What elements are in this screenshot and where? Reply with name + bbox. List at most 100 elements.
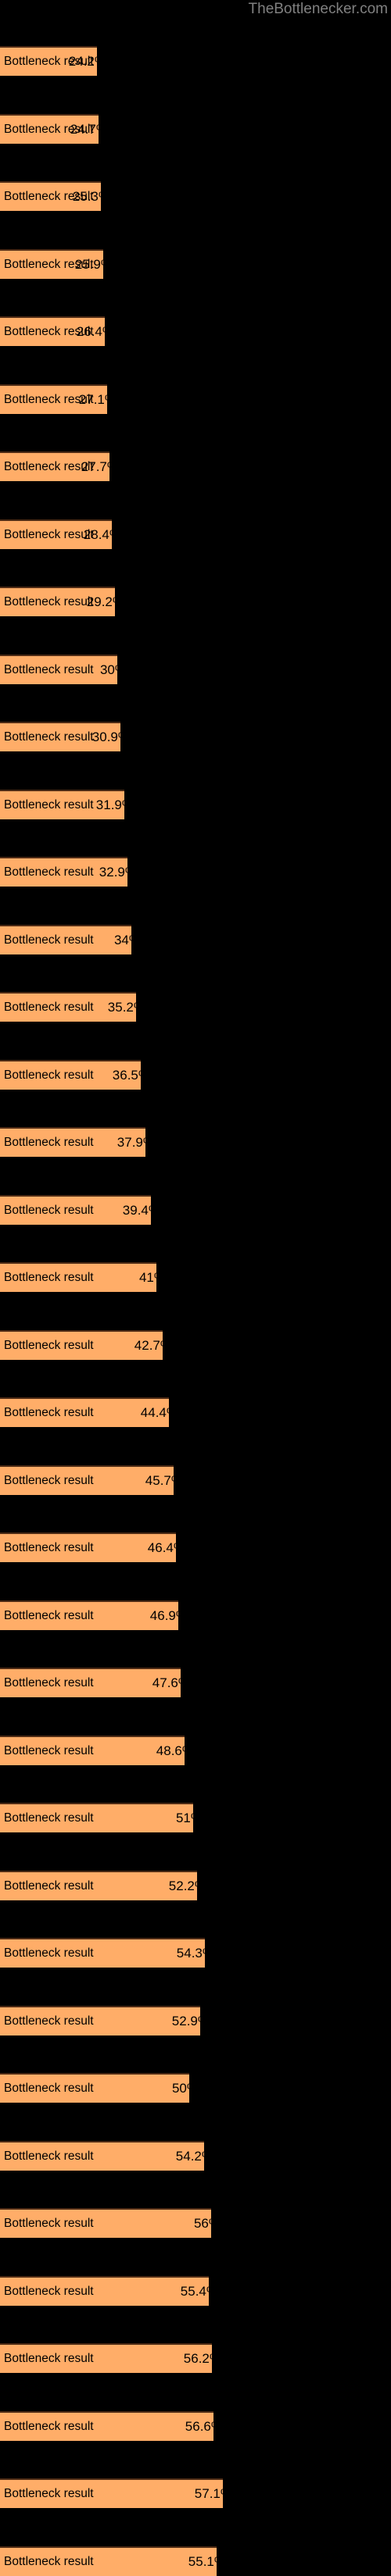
bar-value-label: 57.1% bbox=[194, 2486, 223, 2501]
bar-value-label: 37.9% bbox=[117, 1135, 145, 1150]
bar-label: Bottleneck result bbox=[4, 1338, 94, 1352]
bar-value-label: 31.9% bbox=[95, 797, 124, 812]
bar-value-label: 30.9% bbox=[91, 730, 120, 744]
bar: Bottleneck result27.7% bbox=[0, 451, 109, 481]
bar-row: Bottleneck result24.7% bbox=[0, 113, 391, 144]
bar-row: Bottleneck result 39.4% bbox=[0, 1194, 391, 1225]
bar-label: Bottleneck result bbox=[4, 1946, 94, 1960]
bar-row: Bottleneck result 55.1% bbox=[0, 2546, 391, 2576]
bar-value-label: 48.6% bbox=[156, 1743, 185, 1758]
bar-value-label: 54.2% bbox=[175, 2148, 204, 2164]
bar-label: Bottleneck result bbox=[4, 2284, 94, 2298]
bar-label: Bottleneck result bbox=[4, 2554, 94, 2568]
bar-label: Bottleneck result bbox=[4, 933, 94, 947]
bar-row: Bottleneck result26.4% bbox=[0, 316, 391, 346]
bar-row: Bottleneck result 36.5% bbox=[0, 1059, 391, 1090]
bar: Bottleneck result 56.2% bbox=[0, 2343, 212, 2373]
bar-label: Bottleneck result bbox=[4, 2149, 94, 2163]
bar-row: Bottleneck result 46.4% bbox=[0, 1532, 391, 1562]
bar-value-label: 46.4% bbox=[147, 1540, 176, 1555]
bar-label: Bottleneck result bbox=[4, 2352, 94, 2365]
bar-label: Bottleneck result bbox=[4, 2217, 94, 2230]
bar-label: Bottleneck result bbox=[4, 2082, 94, 2095]
bar: Bottleneck result28.4% bbox=[0, 519, 112, 549]
bar-label: Bottleneck result bbox=[4, 797, 94, 812]
bar-value-label: 27.7% bbox=[81, 459, 109, 474]
bar-value-label: 30% bbox=[99, 662, 117, 677]
bar-row: Bottleneck result25.3% bbox=[0, 181, 391, 211]
bar: Bottleneck result 34% bbox=[0, 924, 131, 954]
bar-value-label: 32.9% bbox=[99, 865, 127, 879]
bar: Bottleneck result26.4% bbox=[0, 316, 105, 346]
bar: Bottleneck result24.2% bbox=[0, 46, 97, 76]
bar-row: Bottleneck result 55.4% bbox=[0, 2275, 391, 2306]
bar: Bottleneck result25.3% bbox=[0, 181, 101, 211]
bar-label: Bottleneck result bbox=[4, 1743, 94, 1757]
bottleneck-bar-chart: TheBottlenecker.com Bottleneck result 24.… bbox=[0, 0, 391, 2576]
bar-value-label: 29.2% bbox=[86, 594, 115, 609]
bar: Bottleneck result 46.9% bbox=[0, 1600, 178, 1630]
bar-label: Bottleneck result bbox=[4, 1541, 94, 1554]
bar-label: Bottleneck result bbox=[4, 2487, 94, 2500]
bar-row: Bottleneck result 34% bbox=[0, 924, 391, 954]
bar: Bottleneck result 57.1% bbox=[0, 2478, 223, 2508]
bar: Bottleneck result31.9% bbox=[0, 789, 124, 819]
bar-row: Bottleneck result29.2% bbox=[0, 587, 391, 616]
bar-row: Bottleneck result 52.9% bbox=[0, 2005, 391, 2035]
bar-value-label: 54.3% bbox=[176, 1946, 205, 1961]
bar-row: Bottleneck result30% bbox=[0, 654, 391, 684]
bar-row: Bottleneck result 56.2% bbox=[0, 2343, 391, 2373]
bar-value-label: 56.6% bbox=[185, 2418, 213, 2434]
bar-value-label: 47.6% bbox=[152, 1675, 181, 1690]
bar-value-label: 27.1% bbox=[78, 391, 107, 407]
bar-value-label: 45.7% bbox=[145, 1472, 174, 1488]
bar-value-label: 55.4% bbox=[180, 2283, 209, 2299]
bar-label: Bottleneck result bbox=[4, 1068, 94, 1082]
bar-value-label: 34% bbox=[113, 932, 131, 947]
bar: Bottleneck result 45.7% bbox=[0, 1465, 174, 1495]
bar-row: Bottleneck result 41% bbox=[0, 1262, 391, 1292]
bar-row: Bottleneck result 52.2% bbox=[0, 1870, 391, 1900]
bar: Bottleneck result 37.9% bbox=[0, 1127, 145, 1157]
bar-row: Bottleneck result27.1% bbox=[0, 384, 391, 414]
bar-value-label: 52.9% bbox=[171, 2013, 200, 2028]
bar-row: Bottleneck result28.4% bbox=[0, 519, 391, 549]
bar: Bottleneck result29.2% bbox=[0, 587, 115, 616]
bar-row: Bottleneck result30.9% bbox=[0, 722, 391, 751]
bar-row: Bottleneck result 45.7% bbox=[0, 1465, 391, 1495]
bar: Bottleneck result 48.6% bbox=[0, 1735, 185, 1765]
bar: Bottleneck result 54.2% bbox=[0, 2140, 204, 2171]
bar-row: Bottleneck result 37.9% bbox=[0, 1127, 391, 1157]
bar-value-label: 39.4% bbox=[122, 1202, 151, 1218]
bar: Bottleneck result 41% bbox=[0, 1262, 156, 1292]
bar-value-label: 24.7% bbox=[70, 121, 99, 137]
bar: Bottleneck result 55.4% bbox=[0, 2275, 209, 2306]
bar-value-label: 52.2% bbox=[168, 1878, 197, 1893]
bar-row: Bottleneck result 35.2% bbox=[0, 992, 391, 1022]
bar-row: Bottleneck result24.2% bbox=[0, 46, 391, 76]
bar-value-label: 46.9% bbox=[149, 1607, 178, 1623]
site-watermark: TheBottlenecker.com bbox=[248, 1, 388, 17]
bar-label: Bottleneck result bbox=[4, 865, 94, 879]
bar-row: Bottleneck result 50% bbox=[0, 2073, 391, 2103]
bar-row: Bottleneck result 54.2% bbox=[0, 2140, 391, 2171]
bar-label: Bottleneck result bbox=[4, 2419, 94, 2433]
bar: Bottleneck result 42.7% bbox=[0, 1329, 163, 1360]
bar: Bottleneck result 47.6% bbox=[0, 1668, 181, 1697]
bar: Bottleneck result 50% bbox=[0, 2073, 189, 2103]
bar-row: Bottleneck result 56% bbox=[0, 2208, 391, 2238]
bar-value-label: 44.4% bbox=[140, 1405, 169, 1420]
bar-label: Bottleneck result bbox=[4, 1473, 94, 1487]
bar-row: Bottleneck result 44.4% bbox=[0, 1397, 391, 1427]
bar-row: Bottleneck result 46.9% bbox=[0, 1600, 391, 1630]
bar: Bottleneck result25.9% bbox=[0, 248, 103, 279]
bar-row: Bottleneck result 57.1% bbox=[0, 2478, 391, 2508]
bar-label: Bottleneck result bbox=[4, 1608, 94, 1622]
bar: Bottleneck result 51% bbox=[0, 1803, 193, 1832]
bar-label: Bottleneck result bbox=[4, 1136, 94, 1149]
bar: Bottleneck result 54.3% bbox=[0, 1938, 205, 1968]
bar-label: Bottleneck result bbox=[4, 1406, 94, 1419]
bar: Bottleneck result 36.5% bbox=[0, 1059, 141, 1090]
bar-row: Bottleneck result 54.3% bbox=[0, 1938, 391, 1968]
bar-label: Bottleneck result bbox=[4, 1811, 94, 1825]
